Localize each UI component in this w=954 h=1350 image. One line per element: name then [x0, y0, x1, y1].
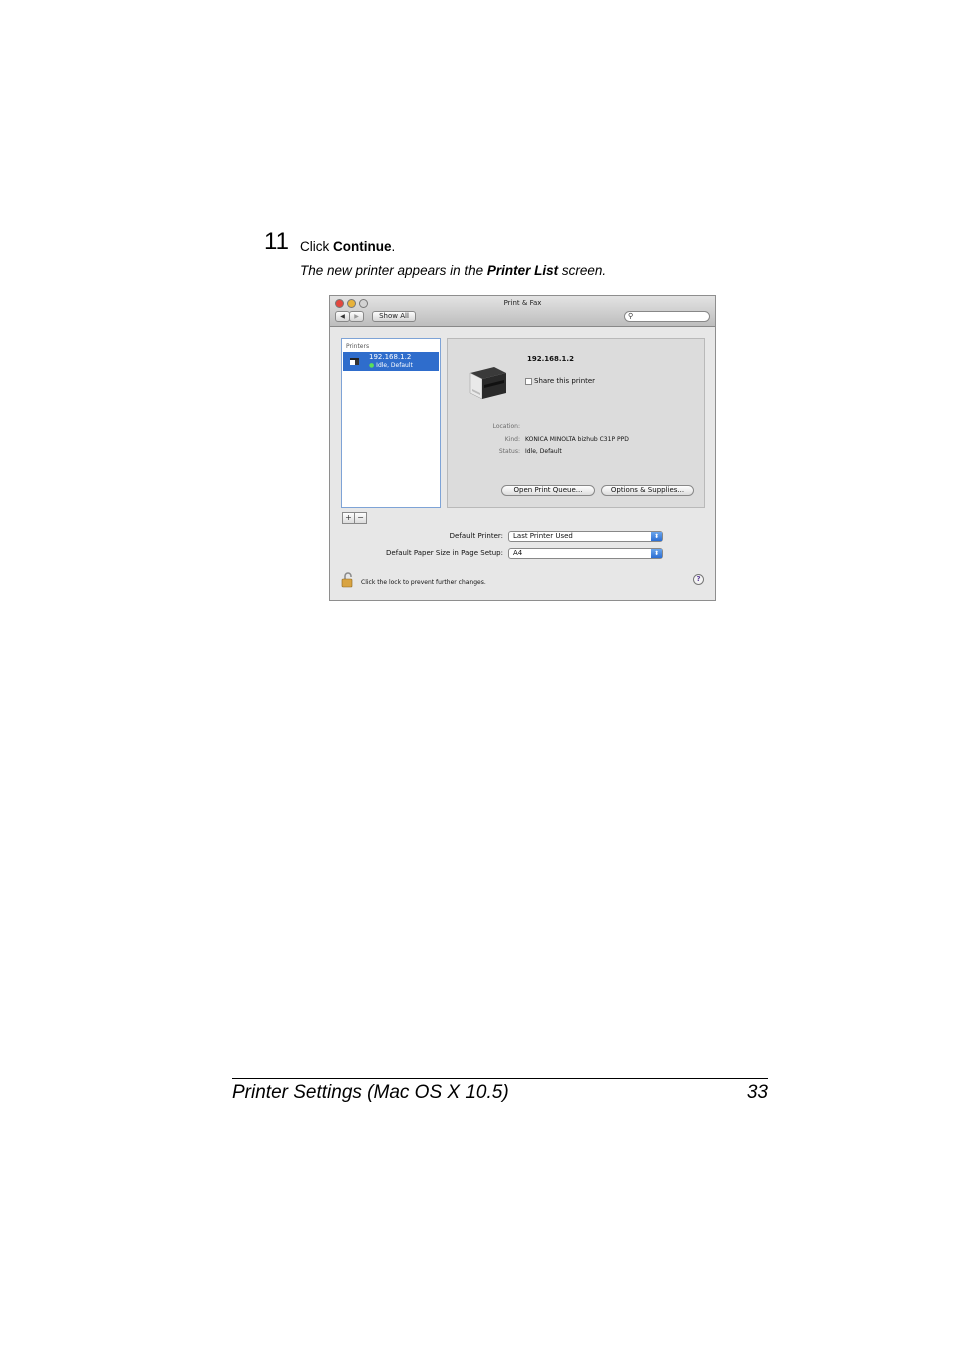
page-number: 33: [746, 1082, 768, 1103]
step-instruction: Click Continue.: [300, 239, 395, 254]
instruction-bold: Continue: [333, 239, 392, 254]
instruction-suffix: .: [391, 239, 396, 254]
printer-item-name: 192.168.1.2: [369, 353, 412, 361]
printer-icon: [350, 358, 359, 365]
note-bold: Printer List: [486, 263, 559, 278]
printer-list[interactable]: Printers 192.168.1.2 ● Idle, Default: [341, 338, 441, 508]
printer-item-status: ● Idle, Default: [369, 362, 413, 369]
help-button[interactable]: ?: [693, 574, 704, 585]
status-dot-icon: ●: [369, 362, 375, 369]
detail-printer-name: 192.168.1.2: [527, 355, 574, 363]
printer-list-item[interactable]: 192.168.1.2 ● Idle, Default: [343, 352, 439, 371]
share-printer-checkbox[interactable]: Share this printer: [525, 377, 595, 385]
paper-size-label: Default Paper Size in Page Setup:: [386, 549, 503, 557]
remove-printer-button[interactable]: −: [354, 512, 367, 524]
search-icon: ⚲: [628, 312, 634, 320]
checkbox-icon: [525, 377, 532, 385]
popup-arrows-icon: ⬍: [651, 532, 662, 541]
printer-image-icon: [469, 367, 506, 400]
open-print-queue-button[interactable]: Open Print Queue...: [501, 485, 595, 496]
back-button[interactable]: ◀: [335, 311, 350, 322]
instruction-prefix: Click: [300, 239, 333, 254]
lock-icon[interactable]: [341, 572, 355, 588]
search-input[interactable]: ⚲: [624, 311, 710, 322]
status-label: Status:: [498, 448, 520, 455]
forward-button[interactable]: ▶: [349, 311, 364, 322]
default-printer-select[interactable]: Last Printer Used ⬍: [508, 531, 663, 542]
step-note: The new printer appears in the Printer L…: [300, 263, 606, 278]
default-printer-value: Last Printer Used: [513, 532, 573, 540]
window-title: Print & Fax: [503, 299, 542, 307]
options-supplies-button[interactable]: Options & Supplies...: [601, 485, 694, 496]
popup-arrows-icon: ⬍: [651, 549, 662, 558]
footer-title: Printer Settings (Mac OS X 10.5): [232, 1082, 509, 1103]
show-all-button[interactable]: Show All: [372, 311, 416, 322]
paper-size-value: A4: [513, 549, 523, 557]
default-printer-label: Default Printer:: [449, 532, 503, 540]
printer-item-status-text: Idle, Default: [376, 362, 413, 369]
status-value: Idle, Default: [525, 448, 562, 455]
step-number: 11: [264, 228, 289, 255]
note-suffix: screen.: [558, 263, 607, 278]
note-prefix: The new printer appears in the: [300, 263, 487, 278]
paper-size-select[interactable]: A4 ⬍: [508, 548, 663, 559]
kind-value: KONICA MINOLTA bizhub C31P PPD: [525, 436, 629, 443]
location-label: Location:: [492, 423, 520, 430]
kind-label: Kind:: [504, 436, 520, 443]
printer-detail-panel: 192.168.1.2 Share this printer Location:…: [447, 338, 705, 508]
add-remove-buttons: + −: [342, 512, 368, 524]
print-fax-window: Print & Fax ◀ ▶ Show All ⚲ Printers 192.…: [329, 295, 716, 601]
share-label: Share this printer: [534, 377, 596, 385]
printers-header: Printers: [346, 343, 370, 350]
footer-divider: [232, 1078, 768, 1079]
title-bar: Print & Fax ◀ ▶ Show All ⚲: [330, 296, 715, 327]
lock-message: Click the lock to prevent further change…: [361, 579, 486, 586]
